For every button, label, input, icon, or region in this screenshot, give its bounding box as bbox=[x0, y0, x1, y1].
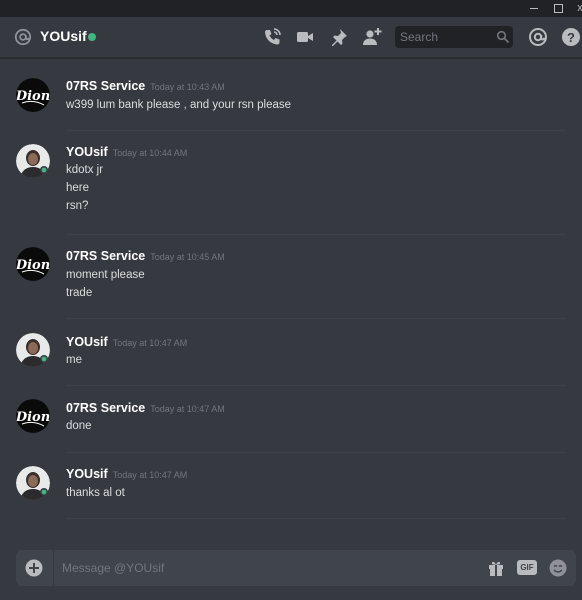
at-icon bbox=[14, 28, 32, 46]
dion-logo-icon: Dion bbox=[16, 78, 50, 112]
message-divider bbox=[66, 318, 566, 319]
dion-logo-icon: Dion bbox=[16, 399, 50, 433]
user-photo-icon bbox=[16, 144, 50, 178]
video-icon[interactable] bbox=[295, 27, 315, 47]
emoji-icon[interactable] bbox=[548, 558, 568, 578]
search-icon bbox=[496, 30, 510, 44]
pin-icon[interactable] bbox=[329, 27, 349, 47]
message-divider bbox=[66, 234, 566, 235]
message-timestamp: Today at 10:47 AM bbox=[112, 338, 188, 348]
add-friend-icon[interactable] bbox=[362, 27, 382, 47]
online-status-dot bbox=[88, 33, 96, 41]
composer-separator bbox=[53, 550, 54, 586]
message-text: me bbox=[66, 354, 82, 366]
message-timestamp: Today at 10:44 AM bbox=[112, 148, 188, 158]
author-name[interactable]: 07RS Service bbox=[66, 79, 145, 93]
message-author[interactable]: YOUsif Today at 10:47 AM bbox=[66, 467, 187, 481]
mention-icon[interactable] bbox=[528, 27, 548, 47]
message-input[interactable] bbox=[62, 550, 442, 586]
window-titlebar: x bbox=[0, 0, 582, 17]
channel-header: YOUsif ? bbox=[0, 17, 582, 58]
gif-button[interactable]: GIF bbox=[517, 560, 537, 575]
message-timestamp: Today at 10:47 AM bbox=[112, 470, 188, 480]
message-author[interactable]: YOUsif Today at 10:44 AM bbox=[66, 145, 187, 159]
avatar[interactable]: Dion bbox=[16, 247, 50, 281]
avatar[interactable] bbox=[16, 466, 50, 500]
message-text: w399 lum bank please , and your rsn plea… bbox=[66, 99, 292, 111]
message-text: done bbox=[66, 420, 92, 432]
message-divider bbox=[66, 518, 566, 519]
search-input[interactable] bbox=[395, 26, 490, 48]
message-author[interactable]: 07RS Service Today at 10:43 AM bbox=[66, 79, 225, 93]
message-divider bbox=[66, 452, 566, 453]
svg-text:?: ? bbox=[567, 30, 575, 45]
maximize-button[interactable] bbox=[546, 0, 570, 17]
author-name[interactable]: 07RS Service bbox=[66, 249, 145, 263]
avatar[interactable] bbox=[16, 333, 50, 367]
message-text: here bbox=[66, 182, 90, 194]
avatar[interactable]: Dion bbox=[16, 399, 50, 433]
dm-recipient-name: YOUsif bbox=[40, 28, 87, 44]
call-icon[interactable] bbox=[262, 27, 282, 47]
message-composer: GIF bbox=[16, 550, 576, 586]
author-name[interactable]: YOUsif bbox=[66, 145, 108, 159]
message-timestamp: Today at 10:45 AM bbox=[150, 252, 225, 262]
help-icon[interactable]: ? bbox=[561, 27, 581, 47]
author-name[interactable]: YOUsif bbox=[66, 467, 108, 481]
dion-logo-icon: Dion bbox=[16, 247, 50, 281]
message-text: thanks al ot bbox=[66, 487, 125, 499]
message-text: kdotx jr bbox=[66, 164, 104, 176]
message-author[interactable]: 07RS Service Today at 10:45 AM bbox=[66, 249, 225, 263]
message-divider bbox=[66, 385, 566, 386]
minimize-button[interactable] bbox=[522, 0, 546, 17]
message-divider bbox=[66, 130, 566, 131]
message-timestamp: Today at 10:47 AM bbox=[150, 404, 225, 414]
message-author[interactable]: 07RS Service Today at 10:47 AM bbox=[66, 401, 225, 415]
close-icon: x bbox=[577, 2, 582, 14]
add-attachment-icon[interactable] bbox=[25, 559, 43, 577]
maximize-icon bbox=[554, 4, 563, 13]
user-photo-icon bbox=[16, 333, 50, 367]
message-text: trade bbox=[66, 287, 93, 299]
user-photo-icon bbox=[16, 466, 50, 500]
close-button[interactable]: x bbox=[568, 0, 582, 17]
minimize-icon bbox=[530, 8, 538, 9]
message-timestamp: Today at 10:43 AM bbox=[150, 82, 225, 92]
message-author[interactable]: YOUsif Today at 10:47 AM bbox=[66, 335, 187, 349]
gift-icon[interactable] bbox=[487, 559, 505, 577]
message-list[interactable]: Dion 07RS Service Today at 10:43 AM w399 … bbox=[0, 58, 582, 536]
author-name[interactable]: 07RS Service bbox=[66, 401, 145, 415]
avatar[interactable]: Dion bbox=[16, 78, 50, 112]
message-text: moment please bbox=[66, 269, 145, 281]
avatar[interactable] bbox=[16, 144, 50, 178]
author-name[interactable]: YOUsif bbox=[66, 335, 108, 349]
search-box[interactable] bbox=[395, 26, 513, 48]
message-text: rsn? bbox=[66, 200, 89, 212]
